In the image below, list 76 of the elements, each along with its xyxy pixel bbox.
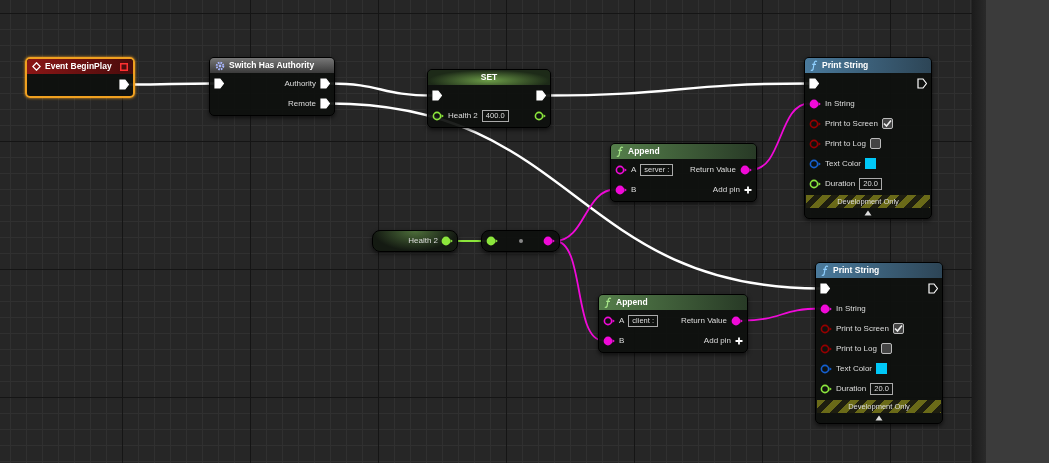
pin-label: Remote xyxy=(288,97,316,110)
pin-label: Text Color xyxy=(836,362,872,375)
pin-label: Print to Screen xyxy=(836,322,889,335)
pin-icon[interactable] xyxy=(432,110,444,121)
pin-icon[interactable] xyxy=(603,335,615,346)
pin-icon[interactable] xyxy=(820,383,832,394)
pin-icon[interactable] xyxy=(534,110,546,121)
expand-arrow-icon[interactable] xyxy=(864,210,872,216)
node-title: Health 2 xyxy=(408,235,438,247)
pin-icon[interactable] xyxy=(809,98,821,109)
node-title: Event BeginPlay xyxy=(45,60,112,73)
plus-icon[interactable] xyxy=(744,185,752,194)
pin-icon[interactable] xyxy=(820,303,832,314)
function-icon xyxy=(604,297,612,308)
pin-label: Return Value xyxy=(680,314,727,327)
pin-label: Health 2 xyxy=(448,109,478,122)
pin-label: A xyxy=(619,314,625,327)
pin-icon[interactable] xyxy=(441,236,453,246)
function-icon xyxy=(821,265,829,276)
node-title: Append xyxy=(628,145,660,158)
exec-pin-icon[interactable] xyxy=(820,283,830,294)
pin-label: Return Value xyxy=(689,163,736,176)
function-icon xyxy=(810,60,818,71)
exec-pin-icon[interactable] xyxy=(917,78,927,89)
graph-node[interactable]: Event BeginPlay xyxy=(25,57,135,98)
pin-label: Print to Log xyxy=(836,342,877,355)
pin-label: In String xyxy=(825,97,855,110)
plus-icon[interactable] xyxy=(735,336,743,345)
pin-label: B xyxy=(619,334,625,347)
pin-label: Authority xyxy=(284,77,316,90)
checkbox[interactable] xyxy=(881,118,893,129)
pin-label: B xyxy=(631,183,637,196)
add-pin-button[interactable]: Add pin xyxy=(712,182,752,197)
graph-node[interactable]: Health 2 xyxy=(372,230,458,252)
pin-icon[interactable] xyxy=(603,315,615,326)
pin-icon[interactable] xyxy=(615,184,627,195)
pin-icon[interactable] xyxy=(543,236,555,246)
node-title: Switch Has Authority xyxy=(229,59,315,72)
pin-label: In String xyxy=(836,302,866,315)
checkbox[interactable] xyxy=(880,343,892,354)
checkbox[interactable] xyxy=(869,138,881,149)
delegate-pin-icon[interactable] xyxy=(120,62,128,71)
function-icon xyxy=(616,146,624,157)
pin-label: Print to Screen xyxy=(825,117,878,130)
color-swatch[interactable] xyxy=(876,363,887,374)
node-title: Print String xyxy=(833,264,880,277)
exec-pin-icon[interactable] xyxy=(214,78,224,89)
exec-pin-icon[interactable] xyxy=(320,78,330,89)
exec-pin-icon[interactable] xyxy=(536,90,546,101)
exec-pin-icon[interactable] xyxy=(432,90,442,101)
pin-icon[interactable] xyxy=(731,315,743,326)
node-title: SET xyxy=(480,71,498,84)
pin-icon[interactable] xyxy=(809,178,821,189)
node-title: Print String xyxy=(822,59,869,72)
pin-label: Print to Log xyxy=(825,137,866,150)
pin-label: Duration xyxy=(836,382,867,395)
expand-arrow-icon[interactable] xyxy=(875,415,883,421)
pin-label: Text Color xyxy=(825,157,861,170)
pin-icon[interactable] xyxy=(740,164,752,175)
pin-icon[interactable] xyxy=(486,236,498,246)
exec-pin-icon[interactable] xyxy=(320,98,330,109)
dot-icon xyxy=(518,239,523,243)
pin-label: A xyxy=(631,163,637,176)
diamond-icon xyxy=(32,62,41,71)
color-swatch[interactable] xyxy=(865,158,876,169)
node-title: Append xyxy=(616,296,648,309)
add-pin-button[interactable]: Add pin xyxy=(703,333,743,348)
exec-pin-icon[interactable] xyxy=(119,79,129,90)
exec-pin-icon[interactable] xyxy=(809,78,819,89)
gear-icon xyxy=(215,60,225,71)
checkbox[interactable] xyxy=(892,323,904,334)
graph-node[interactable] xyxy=(481,230,560,252)
pin-label: Duration xyxy=(825,177,856,190)
exec-pin-icon[interactable] xyxy=(928,283,938,294)
pin-icon[interactable] xyxy=(615,164,627,175)
graph-node[interactable]: Switch Has Authority Authority Remote xyxy=(209,57,335,116)
